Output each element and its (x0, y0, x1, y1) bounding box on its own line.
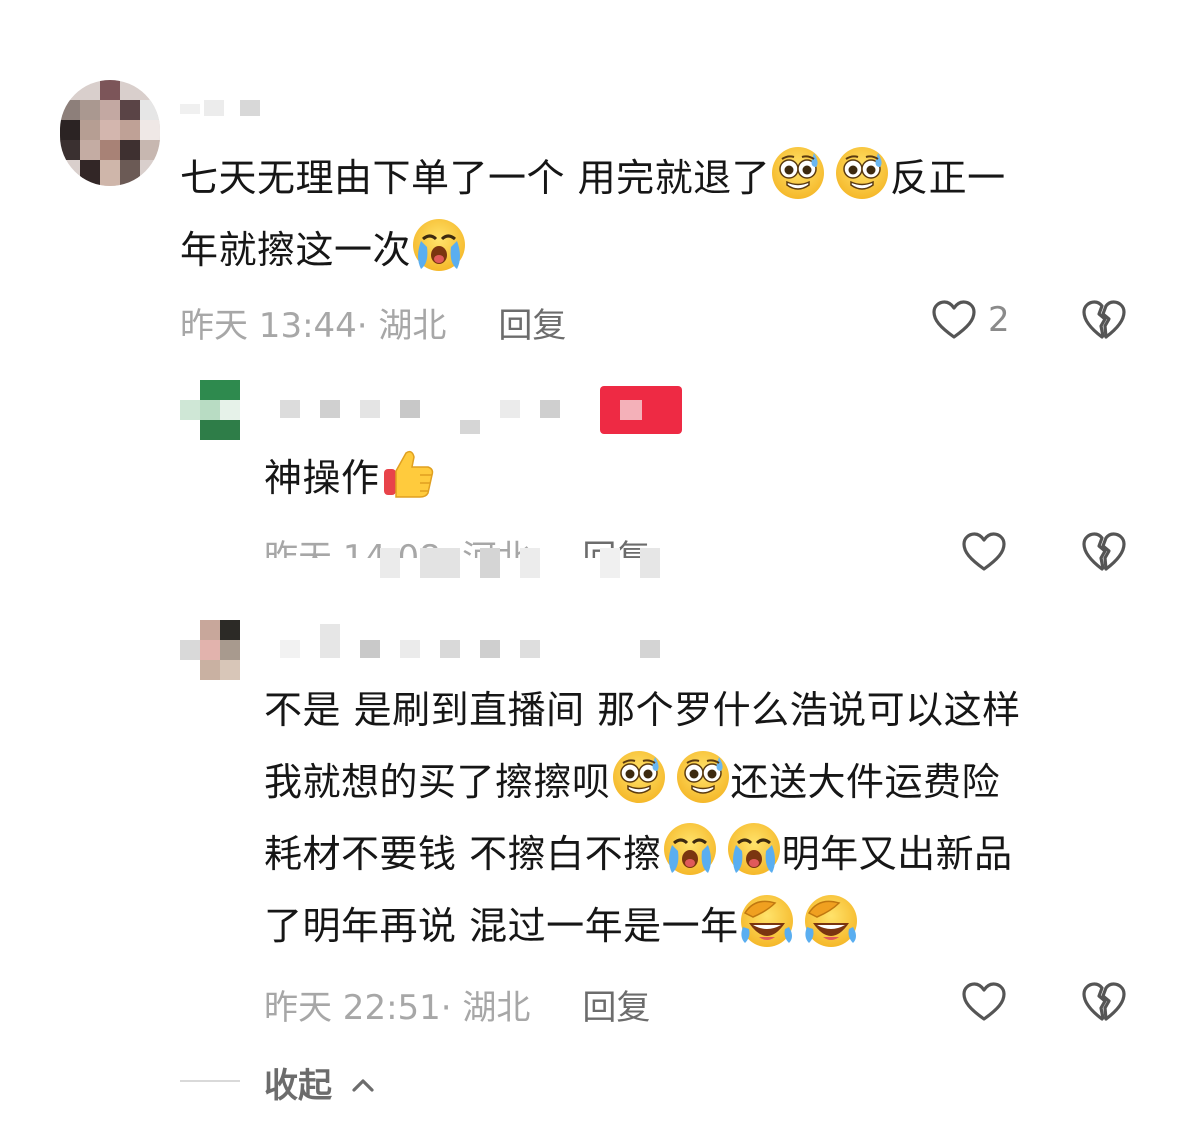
heart-outline-icon[interactable] (960, 978, 1008, 1026)
timestamp-location: 昨天 13:44· 湖北 (180, 306, 447, 346)
heart-outline-icon[interactable] (960, 528, 1008, 576)
reply-text: 神操作 (264, 442, 436, 514)
facepalm-laugh-emoji (739, 893, 795, 949)
broken-heart-icon[interactable] (1080, 978, 1128, 1026)
facepalm-laugh-emoji (803, 893, 859, 949)
reply-text: 不是 是刷到直播间 那个罗什么浩说可以这样 (264, 688, 1021, 732)
like-count: 2 (988, 300, 1010, 340)
reply-button[interactable]: 回复 (582, 988, 650, 1028)
crying-emoji (662, 821, 718, 877)
comment-text: 七天无理由下单了一个 用完就退了 反正一 (180, 142, 1006, 214)
reply-text-line: 耗材不要钱 不擦白不擦 明年又出新品 (264, 818, 1013, 890)
collapse-button[interactable]: 收起 (264, 1058, 376, 1107)
reply-avatar[interactable] (180, 620, 240, 680)
chevron-up-icon (352, 1079, 374, 1092)
divider (180, 1080, 240, 1082)
sweat-smile-emoji (834, 145, 890, 201)
sweat-smile-emoji (770, 145, 826, 201)
reply-text-line: 了明年再说 混过一年是一年 (264, 890, 859, 962)
reply-avatar[interactable] (180, 380, 240, 440)
heart-outline-icon[interactable] (930, 296, 978, 344)
reply-text-line: 我就想的买了擦擦呗 还送大件运费险 (264, 746, 1000, 818)
collapse-label: 收起 (264, 1066, 332, 1106)
sweat-smile-emoji (675, 749, 731, 805)
broken-heart-icon[interactable] (1080, 528, 1128, 576)
reply-meta: 昨天 22:51· 湖北 回复 (264, 980, 650, 1029)
sweat-smile-emoji (611, 749, 667, 805)
crying-emoji (726, 821, 782, 877)
reply-button[interactable]: 回复 (498, 306, 566, 346)
crying-emoji (411, 217, 467, 273)
avatar[interactable] (60, 80, 160, 186)
thumbs-up-emoji (380, 445, 436, 501)
status-badge (600, 386, 682, 434)
comment-meta: 昨天 13:44· 湖北 回复 (180, 298, 566, 347)
timestamp-location: 昨天 22:51· 湖北 (264, 988, 531, 1028)
broken-heart-icon[interactable] (1080, 296, 1128, 344)
comment-text-line2: 年就擦这一次 (180, 214, 467, 286)
